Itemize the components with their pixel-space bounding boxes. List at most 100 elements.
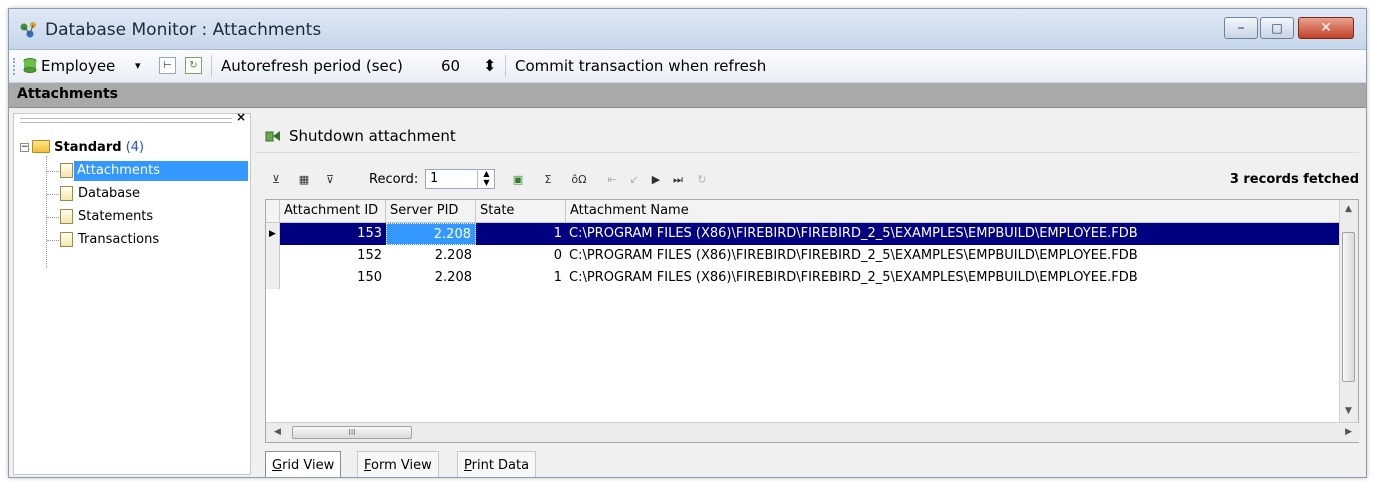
database-monitor-window: Database Monitor : Attachments – □ ✕ Emp… (8, 8, 1367, 478)
next-record-icon[interactable]: ▶ (647, 171, 665, 189)
navigation-tree: × − Standard (4) Attachments Database St… (13, 110, 251, 475)
database-monitor-icon (20, 22, 36, 38)
tab-mnemonic: P (464, 458, 472, 473)
row-indicator (266, 267, 280, 289)
column-header-attachment-name[interactable]: Attachment Name (566, 200, 1340, 222)
tree-connector (47, 171, 59, 173)
tab-label: rid View (282, 458, 335, 473)
table-row[interactable]: ▶ 153 2.208 1 C:\PROGRAM FILES (X86)\FIR… (266, 223, 1340, 245)
cell-state[interactable]: 1 (476, 267, 566, 289)
horizontal-scroll-thumb[interactable]: III (292, 426, 412, 439)
cell-server-pid[interactable]: 2.208 (386, 223, 476, 245)
table-row[interactable]: 152 2.208 0 C:\PROGRAM FILES (X86)\FIREB… (266, 245, 1340, 267)
tab-label: orm View (371, 458, 432, 473)
column-header-attachment-id[interactable]: Attachment ID (280, 200, 386, 222)
tree-connector (47, 240, 59, 242)
tree-root-standard[interactable]: − Standard (4) (14, 138, 244, 158)
toolbar-grip[interactable] (13, 58, 18, 75)
window-title: Database Monitor : Attachments (45, 20, 322, 40)
tree-connector (47, 217, 59, 219)
tab-label: rint Data (471, 458, 530, 473)
column-filter-icon[interactable]: ▦ (295, 171, 313, 189)
folder-icon (32, 140, 50, 153)
row-indicator-icon: ▶ (266, 223, 280, 245)
table-row[interactable]: 150 2.208 1 C:\PROGRAM FILES (X86)\FIREB… (266, 267, 1340, 289)
cell-attachment-name[interactable]: C:\PROGRAM FILES (X86)\FIREBIRD\FIREBIRD… (566, 245, 1340, 267)
document-icon (60, 232, 73, 247)
refresh-icon: ↻ (189, 60, 198, 71)
minimize-button[interactable]: – (1224, 17, 1258, 39)
tree-item-label: Attachments (74, 161, 248, 181)
tree-panel-grip[interactable] (20, 118, 232, 123)
section-header: Attachments (9, 83, 1366, 108)
document-icon (60, 209, 73, 224)
refresh-records-icon[interactable]: ↻ (693, 171, 711, 189)
tree-root-count: (4) (125, 140, 145, 155)
collapse-icon[interactable]: − (20, 143, 29, 152)
autorefresh-input[interactable]: 60 (441, 50, 460, 82)
title-bar[interactable]: Database Monitor : Attachments – □ ✕ (9, 9, 1366, 50)
scroll-down-icon[interactable]: ▼ (1345, 406, 1352, 416)
filter-icon[interactable]: ⊻ (267, 171, 285, 189)
tree-item-label: Statements (78, 209, 154, 224)
minimize-icon: – (1237, 20, 1245, 36)
cell-attachment-id[interactable]: 153 (280, 223, 386, 245)
divider (255, 152, 1359, 153)
maximize-button[interactable]: □ (1260, 17, 1294, 39)
close-button[interactable]: ✕ (1298, 17, 1354, 39)
scroll-up-icon[interactable]: ▲ (1345, 204, 1352, 214)
last-record-icon[interactable]: ⏭ (669, 171, 687, 189)
scroll-left-icon[interactable]: ◀ (274, 427, 281, 437)
grid-navigator: ⊻ ▦ ⊽ Record: 1 ▲ ▼ ▣ Σ ôΩ ⇤ ↙ ▶ ⏭ ↻ 3 re… (255, 167, 1359, 193)
vertical-scroll-thumb[interactable] (1342, 232, 1355, 382)
cell-state[interactable]: 1 (476, 223, 566, 245)
database-icon (23, 58, 37, 73)
cell-server-pid[interactable]: 2.208 (386, 245, 476, 267)
column-header-server-pid[interactable]: Server PID (386, 200, 476, 222)
scroll-right-icon[interactable]: ▶ (1345, 427, 1352, 437)
cell-attachment-name[interactable]: C:\PROGRAM FILES (X86)\FIREBIRD\FIREBIRD… (566, 267, 1340, 289)
toolbar: Employee ▾ ⊢ ↻ Autorefresh period (sec) … (9, 50, 1366, 83)
tree-item-label: Transactions (78, 232, 160, 247)
cell-server-pid[interactable]: 2.208 (386, 267, 476, 289)
special-characters-button[interactable]: ôΩ (567, 171, 591, 189)
clear-filter-icon[interactable]: ⊽ (321, 171, 339, 189)
shutdown-icon (265, 131, 280, 142)
tree-view-toggle-button[interactable]: ⊢ (159, 57, 176, 74)
tab-print-data[interactable]: Print Data (457, 451, 537, 477)
row-indicator (266, 245, 280, 267)
tab-grid-view[interactable]: Grid View (265, 451, 342, 477)
tab-form-view[interactable]: Form View (357, 451, 439, 477)
autorefresh-label: Autorefresh period (sec) (221, 57, 403, 75)
toolbar-separator (505, 55, 506, 77)
shutdown-attachment-label: Shutdown attachment (289, 127, 456, 145)
first-record-icon[interactable]: ⇤ (603, 171, 621, 189)
tree-item-label: Database (78, 186, 141, 201)
tab-mnemonic: F (364, 458, 372, 473)
prior-record-icon[interactable]: ↙ (625, 171, 643, 189)
tree-connector (47, 194, 59, 196)
tab-mnemonic: G (272, 458, 283, 473)
maximize-icon: □ (1271, 21, 1283, 35)
records-fetched-status: 3 records fetched (1229, 172, 1359, 187)
cell-attachment-id[interactable]: 152 (280, 245, 386, 267)
horizontal-scrollbar[interactable]: ◀ III ▶ (266, 422, 1360, 442)
record-spin-button[interactable]: ▲ ▼ (477, 169, 495, 189)
cell-state[interactable]: 0 (476, 245, 566, 267)
vertical-scrollbar[interactable]: ▲ ▼ (1339, 200, 1358, 422)
cell-attachment-name[interactable]: C:\PROGRAM FILES (X86)\FIREBIRD\FIREBIRD… (566, 223, 1340, 245)
column-header-state[interactable]: State (476, 200, 566, 222)
cell-attachment-id[interactable]: 150 (280, 267, 386, 289)
commit-transaction-option[interactable]: Commit transaction when refresh (515, 50, 766, 82)
autorefresh-spin-button[interactable]: ⬍ (483, 50, 496, 82)
tree-icon: ⊢ (163, 60, 172, 71)
header-indicator (266, 200, 280, 222)
summary-button[interactable]: Σ (539, 171, 557, 189)
grid-header: Attachment ID Server PID State Attachmen… (266, 200, 1340, 223)
main-panel: Shutdown attachment ⊻ ▦ ⊽ Record: 1 ▲ ▼ ▣… (255, 113, 1360, 477)
record-label: Record: (369, 172, 419, 187)
section-title: Attachments (17, 86, 119, 102)
close-panel-icon[interactable]: × (236, 110, 246, 124)
export-grid-icon[interactable]: ▣ (509, 171, 527, 189)
refresh-button[interactable]: ↻ (185, 57, 202, 74)
